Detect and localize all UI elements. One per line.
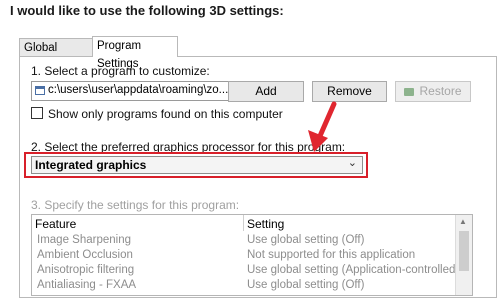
setting-cell: Use global setting (Application-controll… — [247, 264, 460, 276]
scroll-up-icon[interactable]: ▲ — [459, 217, 467, 226]
table-row[interactable]: Image Sharpening Use global setting (Off… — [32, 234, 452, 248]
program-window-icon — [35, 86, 45, 95]
graphics-processor-value: Integrated graphics — [35, 158, 147, 172]
table-scrollbar[interactable]: ▲ — [455, 215, 472, 295]
page-heading: I would like to use the following 3D set… — [10, 3, 284, 18]
add-button-label: Add — [255, 84, 277, 98]
table-row[interactable]: Anisotropic filtering Use global setting… — [32, 264, 459, 278]
add-program-button[interactable]: Add — [228, 81, 304, 102]
column-header-feature[interactable]: Feature — [35, 217, 76, 231]
column-header-setting[interactable]: Setting — [247, 217, 284, 231]
tab-global-settings[interactable]: Global Settings — [19, 38, 94, 72]
table-row[interactable]: Ambient Occlusion Not supported for this… — [32, 249, 452, 263]
remove-button-label: Remove — [327, 84, 372, 98]
setting-cell: Use global setting (Off) — [247, 234, 365, 246]
step3-label: 3. Specify the settings for this program… — [31, 198, 240, 212]
restore-button[interactable]: Restore — [395, 81, 471, 102]
graphics-processor-select[interactable]: Integrated graphics ⌄ — [31, 156, 363, 174]
table-row[interactable]: Antialiasing - FXAA Use global setting (… — [32, 279, 452, 293]
show-only-found-checkbox[interactable] — [31, 107, 43, 119]
feature-cell: Ambient Occlusion — [37, 249, 133, 261]
scrollbar-thumb[interactable] — [459, 231, 469, 271]
remove-program-button[interactable]: Remove — [312, 81, 387, 102]
red-arrow-icon — [308, 101, 337, 152]
chevron-down-icon: ⌄ — [347, 157, 357, 169]
highlight-box: Integrated graphics ⌄ — [24, 152, 368, 178]
feature-cell: Anisotropic filtering — [37, 264, 135, 276]
tab-program-settings[interactable]: Program Settings — [92, 36, 178, 70]
settings-table: Feature Setting Image Sharpening Use glo… — [31, 214, 473, 296]
program-select[interactable]: c:\users\user\appdata\roaming\zo... — [31, 81, 252, 101]
program-path: c:\users\user\appdata\roaming\zo... — [48, 84, 229, 96]
restore-button-label: Restore — [419, 84, 462, 98]
feature-cell: Image Sharpening — [37, 234, 131, 246]
checkbox-label: Show only programs found on this compute… — [48, 107, 283, 121]
setting-cell: Not supported for this application — [247, 249, 416, 261]
step1-label: 1. Select a program to customize: — [31, 64, 210, 78]
column-separator — [243, 215, 244, 231]
setting-cell: Use global setting (Off) — [247, 279, 365, 291]
nvidia-icon — [404, 87, 415, 96]
feature-cell: Antialiasing - FXAA — [37, 279, 137, 291]
